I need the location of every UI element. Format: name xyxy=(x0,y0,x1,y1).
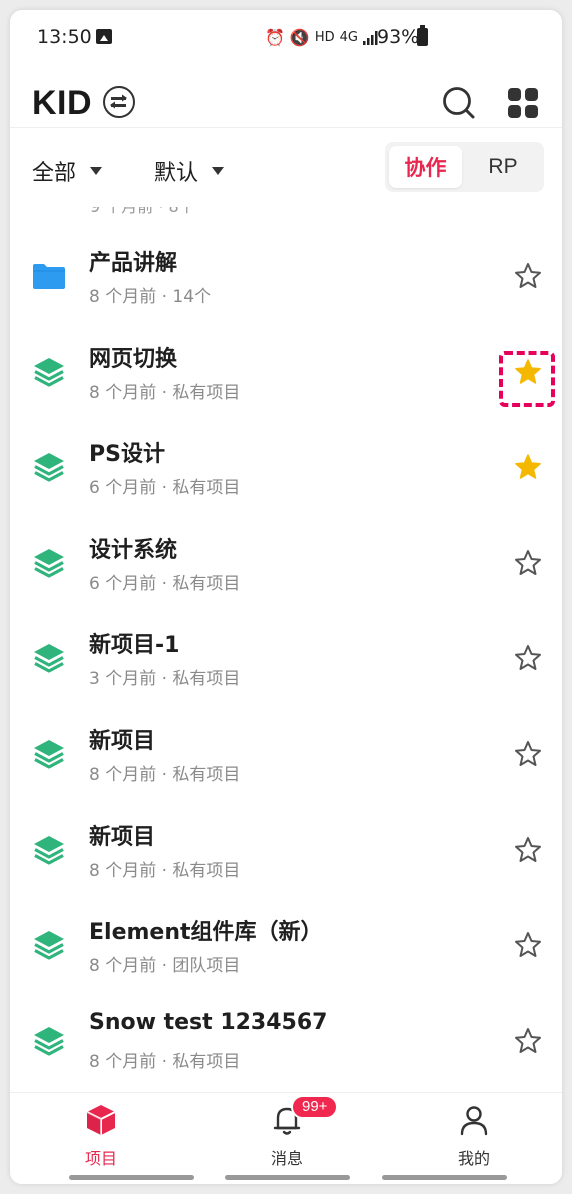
star-filled-icon[interactable] xyxy=(513,452,543,482)
list-item[interactable]: 新项目-1 3 个月前 · 私有项目 xyxy=(10,611,562,707)
item-title: 网页切换 xyxy=(89,346,178,372)
project-list: 9 个月前 · 8个 产品讲解 8 个月前 · 14个 网页切换 8 个月前 ·… xyxy=(10,207,562,1092)
item-title: 新项目 xyxy=(89,824,156,850)
star-outline-icon[interactable] xyxy=(513,548,543,578)
nav-label-messages: 消息 xyxy=(270,1149,303,1168)
search-icon[interactable] xyxy=(442,86,476,120)
home-indicator-left xyxy=(69,1175,194,1180)
list-item[interactable]: PS设计 6 个月前 · 私有项目 xyxy=(10,420,562,516)
list-item[interactable]: Element组件库（新） 8 个月前 · 团队项目 xyxy=(10,898,562,994)
star-outline-icon[interactable] xyxy=(513,930,543,960)
hd-indicator: HD xyxy=(314,30,335,45)
nav-item-projects[interactable]: 项目 xyxy=(41,1103,161,1169)
person-icon xyxy=(460,1106,488,1136)
layers-icon xyxy=(34,1026,64,1056)
item-title: 新项目 xyxy=(89,729,156,754)
home-indicator-center xyxy=(225,1175,350,1180)
caret-down-icon xyxy=(90,167,103,175)
layers-icon xyxy=(34,548,64,578)
item-meta: 8 个月前 · 私有项目 xyxy=(89,765,241,785)
list-item[interactable]: 新项目 8 个月前 · 私有项目 xyxy=(10,803,562,899)
item-title: PS设计 xyxy=(89,442,165,468)
bottom-nav: 项目 消息 99+ 我的 xyxy=(10,1092,562,1184)
status-icons: ⏰ 🔇 HD 4G xyxy=(265,28,379,47)
nav-label-projects: 项目 xyxy=(84,1149,117,1168)
switch-team-icon[interactable] xyxy=(103,86,135,118)
item-title: Element组件库（新） xyxy=(89,920,323,946)
layers-icon xyxy=(34,835,64,865)
layers-icon xyxy=(34,740,64,769)
item-title: 产品讲解 xyxy=(89,251,178,276)
item-title: 新项目-1 xyxy=(89,633,180,659)
image-notification-icon xyxy=(96,29,112,44)
project-cube-icon xyxy=(86,1105,116,1135)
status-bar: 13:50 ⏰ 🔇 HD 4G 93% xyxy=(10,10,562,66)
layers-icon xyxy=(34,644,64,673)
list-item[interactable]: 新项目 8 个月前 · 私有项目 xyxy=(10,707,562,803)
list-item[interactable]: 产品讲解 8 个月前 · 14个 xyxy=(10,229,562,325)
phone-screen: 13:50 ⏰ 🔇 HD 4G 93% KID 全部 默认 协作 RP 产品讲解… xyxy=(10,10,562,1184)
caret-down-icon xyxy=(212,167,225,175)
unread-badge: 99+ xyxy=(291,1095,339,1119)
item-title: 设计系统 xyxy=(89,537,178,563)
star-outline-icon[interactable] xyxy=(513,835,543,865)
filter-bar: 全部 默认 协作 RP xyxy=(10,129,562,207)
item-meta: 8 个月前 · 私有项目 xyxy=(89,382,241,403)
item-meta: 8 个月前 · 团队项目 xyxy=(89,956,241,977)
status-time: 13:50 xyxy=(37,26,92,48)
list-item[interactable]: Snow test 1234567 8 个月前 · 私有项目 xyxy=(10,994,562,1090)
battery-icon xyxy=(417,25,428,46)
star-filled-icon[interactable] xyxy=(513,357,543,387)
app-header: KID xyxy=(10,66,562,128)
list-item[interactable]: 设计系统 6 个月前 · 私有项目 xyxy=(10,516,562,612)
alarm-icon: ⏰ xyxy=(265,28,285,47)
segment-rp-tab[interactable]: RP xyxy=(466,146,540,188)
item-meta: 6 个月前 · 私有项目 xyxy=(89,573,241,594)
layers-icon xyxy=(34,931,64,960)
item-meta: 6 个月前 · 私有项目 xyxy=(89,478,241,499)
segment-control: 协作 RP xyxy=(385,142,544,192)
layers-icon xyxy=(34,453,64,482)
layers-icon xyxy=(34,357,64,387)
list-item[interactable]: 网页切换 8 个月前 · 私有项目 xyxy=(10,325,562,421)
folder-icon xyxy=(33,264,65,289)
nav-item-messages[interactable]: 消息 99+ xyxy=(227,1095,347,1169)
item-meta: 8 个月前 · 私有项目 xyxy=(89,860,241,881)
star-outline-icon[interactable] xyxy=(513,739,543,769)
nav-label-profile: 我的 xyxy=(457,1149,490,1168)
scope-filter-label: 全部 xyxy=(32,161,77,186)
home-indicator-right xyxy=(382,1175,507,1180)
partial-row-meta: 9 个月前 · 8个 xyxy=(90,207,195,217)
item-meta: 3 个月前 · 私有项目 xyxy=(89,669,241,690)
star-outline-icon[interactable] xyxy=(513,643,543,673)
nav-item-profile[interactable]: 我的 xyxy=(414,1103,534,1169)
item-meta: 8 个月前 · 私有项目 xyxy=(89,1051,241,1072)
item-meta: 8 个月前 · 14个 xyxy=(89,287,212,307)
star-outline-icon[interactable] xyxy=(513,1026,543,1056)
battery-percent: 93% xyxy=(377,26,420,48)
sort-filter[interactable]: 默认 xyxy=(154,155,225,187)
segment-collab-tab[interactable]: 协作 xyxy=(389,146,462,188)
item-title: Snow test 1234567 xyxy=(89,1009,328,1035)
network-indicator: 4G xyxy=(339,30,358,45)
app-title: KID xyxy=(32,84,93,122)
star-outline-icon[interactable] xyxy=(513,261,543,291)
scope-filter[interactable]: 全部 xyxy=(32,155,103,187)
mute-icon: 🔇 xyxy=(289,28,310,47)
grid-menu-icon[interactable] xyxy=(508,88,538,118)
sort-filter-label: 默认 xyxy=(154,161,199,186)
